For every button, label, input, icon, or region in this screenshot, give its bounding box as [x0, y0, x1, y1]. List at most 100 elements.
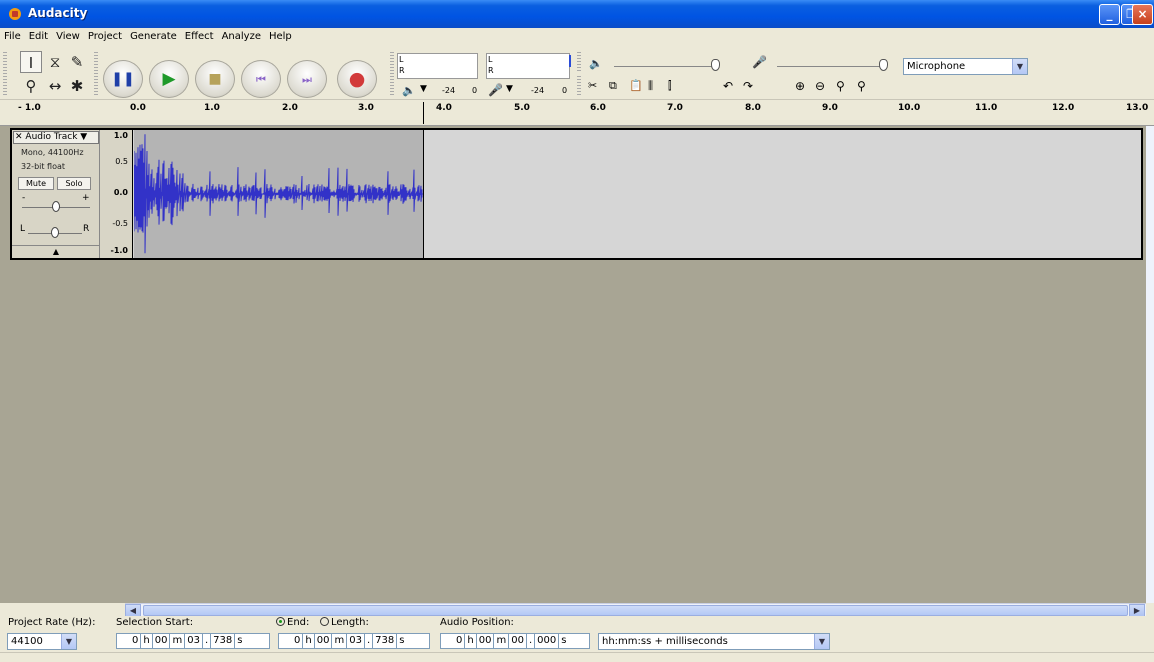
record-button[interactable]: ● [337, 60, 377, 98]
selection-start-field[interactable]: 0 h 00 m 03. 738 s [116, 633, 270, 649]
ruler-label: 12.0 [1052, 103, 1075, 113]
time-format-select[interactable]: hh:mm:ss + milliseconds ▼ [598, 633, 830, 650]
vertical-scrollbar[interactable] [1146, 126, 1154, 603]
cut-icon[interactable]: ✂ [588, 79, 597, 92]
project-rate-select[interactable]: 44100 ▼ [7, 633, 77, 650]
end-minutes[interactable]: 00 [315, 634, 333, 648]
end-seconds[interactable]: 03 [347, 634, 365, 648]
waveform-region[interactable] [133, 130, 423, 258]
unit-h: h [141, 634, 153, 648]
start-milliseconds[interactable]: 738 [211, 634, 236, 648]
silence-icon[interactable]: ⫿ [668, 79, 672, 93]
output-volume-slider[interactable] [614, 66, 714, 67]
minimize-button[interactable]: _ [1099, 4, 1120, 25]
input-volume-slider[interactable] [777, 66, 882, 67]
ruler-label: 6.0 [590, 103, 606, 113]
menu-project[interactable]: Project [84, 28, 126, 42]
zoom-tool-icon[interactable]: ⚲ [20, 75, 42, 97]
end-hours[interactable]: 0 [279, 634, 304, 648]
close-icon[interactable]: ✕ [15, 132, 23, 142]
vertical-scale[interactable]: 1.0 0.5 0.0 -0.5 -1.0 [100, 130, 133, 258]
stop-button[interactable]: ■ [195, 60, 235, 98]
audio-track[interactable]: ✕ Audio Track ▼ Mono, 44100Hz 32-bit flo… [10, 128, 1143, 260]
timeline-ruler[interactable]: - 1.0 0.0 1.0 2.0 3.0 4.0 5.0 6.0 7.0 8.… [0, 100, 1154, 126]
control-grip[interactable] [94, 52, 98, 96]
redo-icon[interactable]: ↷ [743, 79, 753, 93]
length-radio[interactable]: Length: [320, 617, 369, 628]
audacity-logo-icon [9, 8, 21, 20]
input-volume-thumb[interactable] [879, 59, 888, 71]
copy-icon[interactable]: ⧉ [609, 79, 617, 93]
undo-icon[interactable]: ↶ [723, 79, 733, 93]
length-radio-icon [320, 617, 329, 626]
multi-tool-icon[interactable]: ✱ [66, 75, 88, 97]
playback-meter[interactable]: L R [397, 53, 478, 79]
start-minutes[interactable]: 00 [153, 634, 171, 648]
menu-effect[interactable]: Effect [181, 28, 218, 42]
fit-selection-icon[interactable]: ⚲ [836, 79, 845, 93]
gain-slider-thumb[interactable] [52, 201, 60, 212]
position-seconds[interactable]: 00 [509, 634, 527, 648]
mute-button[interactable]: Mute [18, 177, 54, 190]
zoom-out-icon[interactable]: ⊖ [815, 79, 825, 93]
horizontal-scroll-thumb[interactable] [143, 605, 1128, 616]
menu-bar: File Edit View Project Generate Effect Analyze… [0, 28, 1154, 48]
track-name-dropdown[interactable]: ✕ Audio Track ▼ [13, 131, 99, 144]
menu-generate[interactable]: Generate [126, 28, 181, 42]
meter-grip[interactable] [390, 52, 394, 96]
selection-end-field[interactable]: 0 h 00 m 03. 738 s [278, 633, 430, 649]
scale-label: 0.0 [113, 188, 128, 197]
audio-position-field[interactable]: 0 h 00 m 00. 000 s [440, 633, 590, 649]
end-milliseconds[interactable]: 738 [373, 634, 398, 648]
ruler-label: 3.0 [358, 103, 374, 113]
start-hours[interactable]: 0 [117, 634, 142, 648]
pause-button[interactable]: ❚❚ [103, 60, 143, 98]
solo-button[interactable]: Solo [57, 177, 91, 190]
envelope-tool-icon[interactable]: ⧖ [44, 51, 66, 73]
trim-icon[interactable]: ⫼ [648, 79, 653, 93]
scale-label: 1.0 [113, 131, 128, 140]
mixer-grip[interactable] [577, 52, 581, 72]
timeshift-tool-icon[interactable]: ↔ [44, 75, 66, 97]
ruler-label: 0.0 [130, 103, 146, 113]
draw-tool-icon[interactable]: ✎ [66, 51, 88, 73]
collapse-track-icon[interactable]: ▲ [12, 245, 100, 258]
tools-grip[interactable] [3, 52, 7, 96]
menu-analyze[interactable]: Analyze [218, 28, 265, 42]
end-radio[interactable]: End: [276, 617, 309, 628]
unit-m: m [494, 634, 510, 648]
pan-right-label: R [83, 224, 90, 234]
input-source-select[interactable]: Microphone ▼ [903, 58, 1028, 75]
end-radio-icon [276, 617, 285, 626]
zoom-in-icon[interactable]: ⊕ [795, 79, 805, 93]
project-rate-label: Project Rate (Hz): [8, 617, 96, 628]
unit-h: h [465, 634, 477, 648]
skip-start-button[interactable]: ⏮ [241, 60, 281, 98]
selection-tool-icon[interactable]: I [20, 51, 42, 73]
recording-meter[interactable]: L R [486, 53, 571, 79]
position-milliseconds[interactable]: 000 [535, 634, 560, 648]
ruler-label: 11.0 [975, 103, 998, 113]
record-meter-menu-icon[interactable]: ▼ [506, 84, 513, 94]
skip-end-icon: ⏭ [302, 73, 312, 86]
menu-help[interactable]: Help [265, 28, 296, 42]
skip-end-button[interactable]: ⏭ [287, 60, 327, 98]
menu-view[interactable]: View [52, 28, 84, 42]
menu-edit[interactable]: Edit [25, 28, 52, 42]
horizontal-scrollbar[interactable]: ◀ ▶ [125, 603, 1146, 617]
fit-project-icon[interactable]: ⚲ [857, 79, 866, 93]
position-hours[interactable]: 0 [441, 634, 466, 648]
play-button[interactable]: ▶ [149, 60, 189, 98]
playback-meter-menu-icon[interactable]: ▼ [420, 84, 427, 94]
paste-icon[interactable]: 📋 [629, 79, 643, 92]
pan-slider-thumb[interactable] [51, 227, 59, 238]
input-volume-icon: 🎤 [752, 55, 767, 69]
output-volume-thumb[interactable] [711, 59, 720, 71]
position-minutes[interactable]: 00 [477, 634, 495, 648]
track-panel[interactable]: ✕ Audio Track ▼ Mono, 44100Hz 32-bit flo… [0, 126, 1146, 603]
close-button[interactable]: × [1132, 4, 1153, 25]
edit-grip[interactable] [577, 76, 581, 96]
start-seconds[interactable]: 03 [185, 634, 203, 648]
menu-file[interactable]: File [0, 28, 25, 42]
ruler-label: - 1.0 [18, 103, 41, 113]
